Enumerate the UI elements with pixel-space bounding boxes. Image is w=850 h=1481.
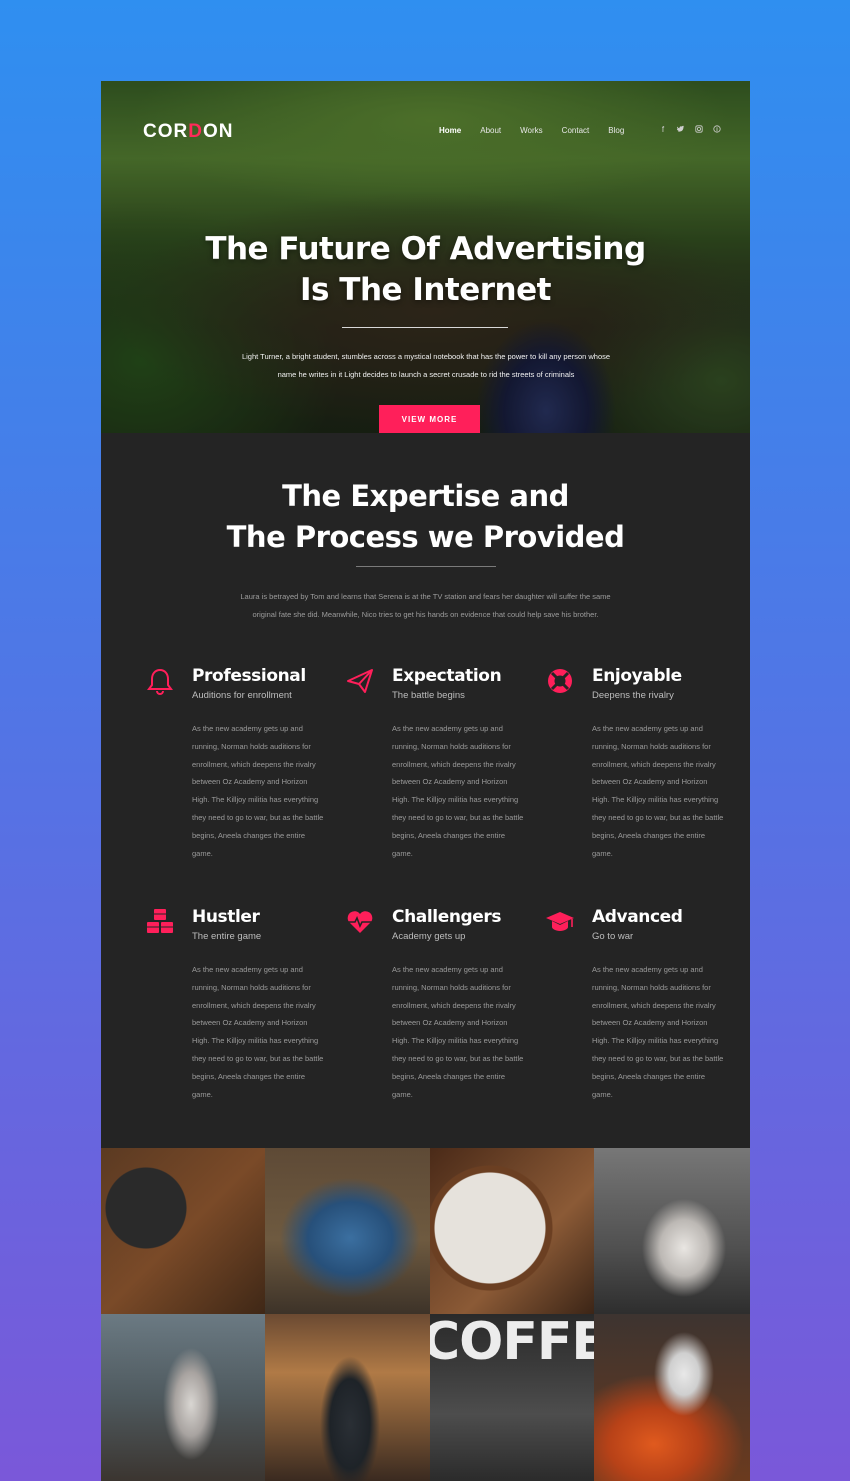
gallery-image-typewriter[interactable]: [101, 1148, 266, 1315]
feature-subtitle: The entire game: [192, 931, 262, 942]
pinterest-icon[interactable]: [713, 125, 721, 135]
feature-body: As the new academy gets up and running, …: [592, 724, 724, 858]
logo-text-accent: D: [188, 121, 203, 142]
gallery-image-clock[interactable]: [430, 1148, 595, 1315]
expertise-title: The Expertise and The Process we Provide…: [101, 476, 750, 558]
instagram-icon[interactable]: [695, 125, 703, 135]
gallery-image-car[interactable]: [265, 1148, 430, 1315]
expertise-subtitle-line-2: original fate she did. Meanwhile, Nico t…: [252, 610, 599, 619]
social-links: f: [659, 125, 721, 135]
page-frame: CORDON Home About Works Contact Blog f T…: [101, 81, 750, 1481]
feature-title: Expectation: [392, 666, 502, 686]
bell-icon: [147, 668, 173, 695]
cubes-icon: [147, 909, 173, 933]
coffee-sign-text: COFFEE: [430, 1314, 595, 1372]
gallery-image-people[interactable]: [594, 1148, 750, 1315]
heartbeat-icon: [347, 911, 373, 933]
graduation-cap-icon: [546, 912, 574, 931]
photo-gallery: COFFEE: [101, 1148, 750, 1481]
feature-subtitle: Academy gets up: [392, 931, 466, 942]
hero-subtitle: Light Turner, a bright student, stumbles…: [211, 348, 641, 384]
hero-title-line-2: Is The Internet: [300, 272, 551, 308]
nav-contact[interactable]: Contact: [562, 126, 590, 135]
logo-text-left: COR: [143, 121, 189, 142]
facebook-icon[interactable]: f: [659, 125, 667, 135]
gallery-image-woman-sunset[interactable]: [265, 1314, 430, 1481]
feature-title: Challengers: [392, 907, 502, 927]
logo-text-right: ON: [202, 121, 234, 142]
twitter-icon[interactable]: [677, 125, 685, 135]
feature-title: Hustler: [192, 907, 260, 927]
feature-subtitle: Go to war: [592, 931, 634, 942]
view-more-button[interactable]: VIEW MORE: [379, 405, 480, 433]
expertise-subtitle: Laura is betrayed by Tom and learns that…: [221, 588, 630, 624]
expertise-title-line-2: The Process we Provided: [226, 520, 625, 554]
feature-title: Enjoyable: [592, 666, 682, 686]
feature-subtitle: The battle begins: [392, 690, 465, 701]
gallery-image-coffee[interactable]: COFFEE: [430, 1314, 595, 1481]
nav-blog[interactable]: Blog: [608, 126, 624, 135]
expertise-subtitle-line-1: Laura is betrayed by Tom and learns that…: [240, 592, 611, 601]
nav-home[interactable]: Home: [439, 126, 461, 135]
feature-body: As the new academy gets up and running, …: [192, 724, 324, 858]
paper-plane-icon: [347, 669, 373, 693]
feature-subtitle: Auditions for enrollment: [192, 690, 292, 701]
feature-subtitle: Deepens the rivalry: [592, 690, 674, 701]
expertise-divider: [356, 566, 496, 567]
feature-title: Professional: [192, 666, 306, 686]
hero-subtitle-line-2: name he writes in it Light decides to la…: [277, 370, 575, 379]
expertise-title-line-1: The Expertise and: [282, 479, 569, 513]
gallery-image-smoke[interactable]: [594, 1314, 750, 1481]
main-nav: Home About Works Contact Blog: [439, 126, 643, 135]
lifebuoy-icon: [548, 669, 572, 693]
feature-body: As the new academy gets up and running, …: [392, 965, 524, 1099]
hero-divider: [342, 327, 508, 328]
feature-body: As the new academy gets up and running, …: [392, 724, 524, 858]
feature-body: As the new academy gets up and running, …: [592, 965, 724, 1099]
nav-works[interactable]: Works: [520, 126, 543, 135]
gallery-image-woman-railing[interactable]: [101, 1314, 266, 1481]
hero-section: CORDON Home About Works Contact Blog f T…: [101, 81, 750, 433]
feature-title: Advanced: [592, 907, 683, 927]
logo[interactable]: CORDON: [143, 121, 233, 143]
hero-title-line-1: The Future Of Advertising: [205, 231, 646, 267]
feature-body: As the new academy gets up and running, …: [192, 965, 324, 1099]
nav-about[interactable]: About: [480, 126, 501, 135]
hero-title: The Future Of Advertising Is The Interne…: [101, 229, 750, 311]
hero-subtitle-line-1: Light Turner, a bright student, stumbles…: [241, 352, 611, 361]
